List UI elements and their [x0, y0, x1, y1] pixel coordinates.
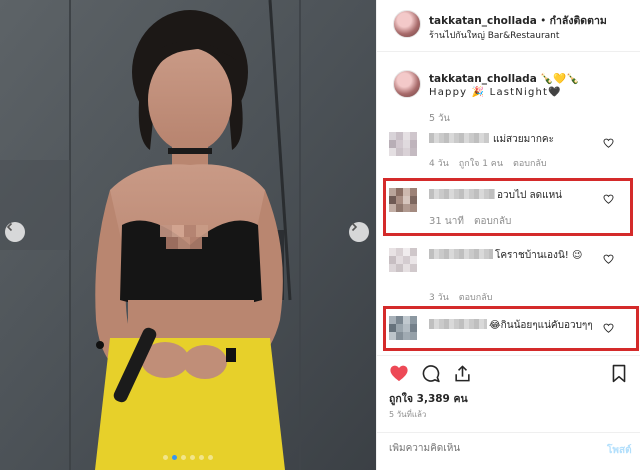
commenter-avatar-blurred[interactable] [389, 132, 417, 156]
next-slide-button[interactable] [349, 222, 369, 242]
comment-text: แม่สวยมากคะ [493, 134, 554, 145]
carousel-dot [208, 455, 213, 460]
caption-avatar[interactable] [393, 70, 421, 98]
caption-username-line: takkatan_chollada 🍾💛🍾 [429, 72, 579, 85]
post-photo[interactable] [0, 0, 376, 470]
caption-username[interactable]: takkatan_chollada [429, 73, 537, 85]
caption-emoji: 🍾💛🍾 [536, 73, 580, 85]
carousel-dot [190, 455, 195, 460]
highlight-box [383, 306, 639, 351]
posted-time: 5 วันที่แล้ว [389, 410, 427, 419]
post-photo-image [0, 0, 376, 470]
like-comment-heart-icon[interactable] [603, 138, 614, 148]
commenter-avatar-blurred[interactable] [389, 248, 417, 272]
highlight-box [383, 178, 633, 236]
comment-likes[interactable]: ถูกใจ 1 คน [459, 159, 503, 169]
likes-count[interactable]: ถูกใจ 3,389 คน [389, 390, 468, 407]
header-user-line: takkatan_chollada • กำลังติดตาม [429, 12, 607, 29]
carousel-indicator [0, 455, 376, 460]
author-username[interactable]: takkatan_chollada [429, 15, 537, 27]
comment-bubble-icon[interactable] [421, 364, 441, 383]
post-comment-button[interactable]: โพสต์ [607, 443, 632, 458]
previous-slide-button[interactable] [5, 222, 25, 242]
chevron-left-icon [6, 222, 13, 232]
post-header: takkatan_chollada • กำลังติดตาม ร้านไปกั… [377, 0, 640, 52]
following-button[interactable]: กำลังติดตาม [550, 15, 607, 27]
add-comment-bar: โพสต์ [377, 432, 640, 470]
chevron-right-icon [351, 222, 358, 232]
comment-text: โคราชบ้านเองนิ! 😉 [495, 250, 583, 261]
bookmark-icon[interactable] [611, 364, 627, 383]
like-comment-heart-icon[interactable] [603, 254, 614, 264]
comment-meta: 3 วัน ตอบกลับ [429, 290, 502, 304]
post-location[interactable]: ร้านไปกันใหญ่ Bar&Restaurant [429, 28, 559, 42]
carousel-dot [181, 455, 186, 460]
author-avatar[interactable] [393, 10, 421, 38]
carousel-dot [163, 455, 168, 460]
comment-item: แม่สวยมากคะ 4 วัน ถูกใจ 1 คน ตอบกลับ [377, 126, 640, 172]
reply-button[interactable]: ตอบกลับ [513, 159, 547, 169]
action-bar [377, 355, 640, 389]
comment-time: 4 วัน [429, 159, 449, 169]
carousel-dot-active [172, 455, 177, 460]
caption-text: Happy 🎉 LastNight🖤 [429, 87, 562, 98]
comment-meta: 4 วัน ถูกใจ 1 คน ตอบกลับ [429, 156, 557, 170]
reply-button[interactable]: ตอบกลับ [459, 293, 493, 303]
commenter-name-blurred[interactable] [429, 249, 493, 259]
post-sidebar: takkatan_chollada • กำลังติดตาม ร้านไปกั… [376, 0, 640, 470]
comment-item: โคราชบ้านเองนิ! 😉 3 วัน ตอบกลับ [377, 242, 640, 304]
share-icon[interactable] [453, 364, 472, 383]
caption-time: 5 วัน [429, 113, 450, 124]
add-comment-input[interactable] [389, 443, 589, 454]
commenter-name-blurred[interactable] [429, 133, 489, 143]
heart-filled-icon[interactable] [389, 364, 409, 382]
carousel-dot [199, 455, 204, 460]
header-separator: • [536, 15, 550, 27]
comment-time: 3 วัน [429, 293, 449, 303]
